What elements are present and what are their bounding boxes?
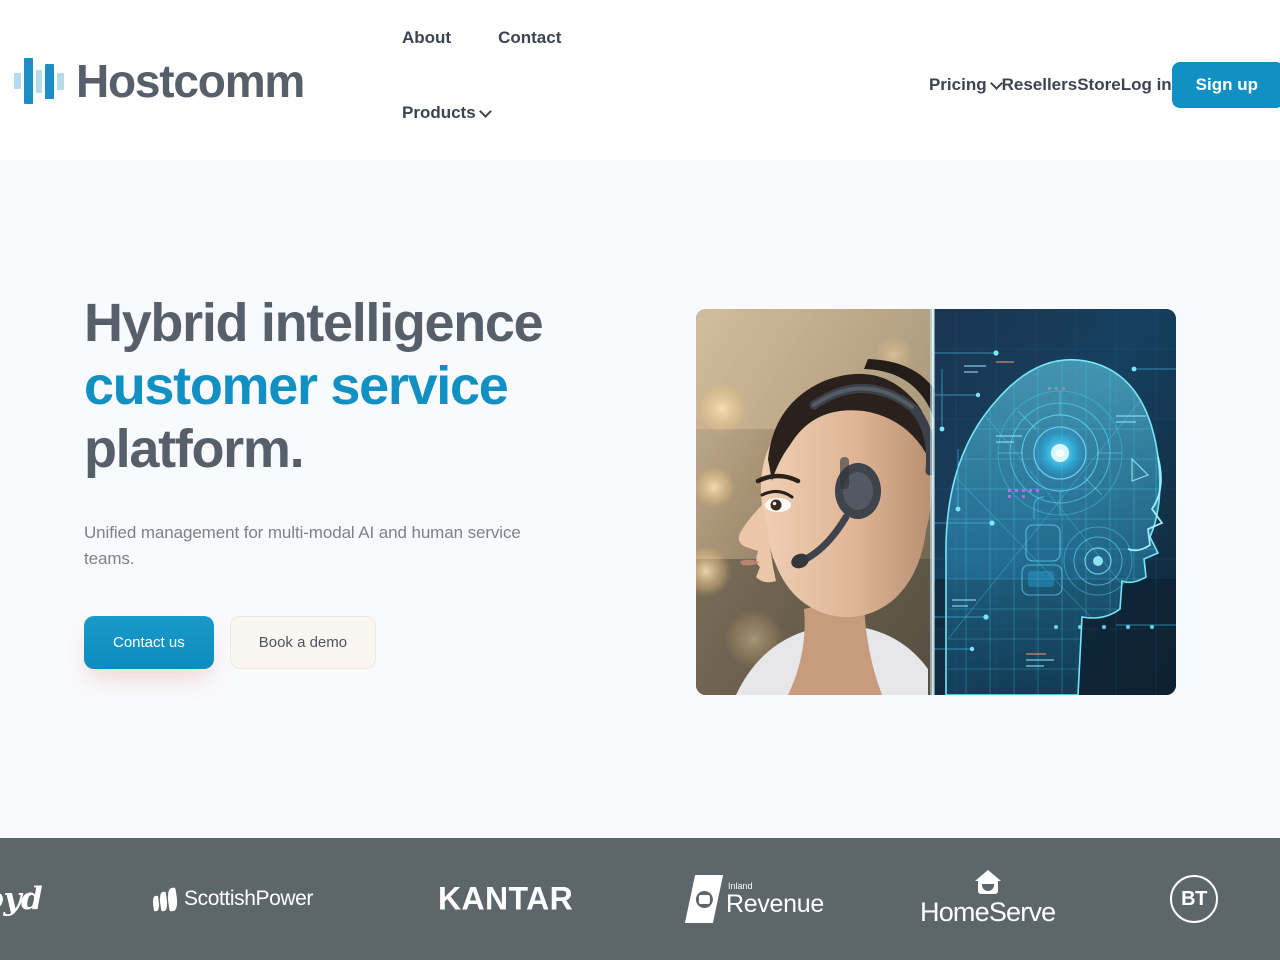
scottishpower-wordmark: ScottishPower <box>184 887 314 910</box>
brand-logo-kantar: KANTAR <box>438 881 573 918</box>
logo-bars-icon <box>14 58 65 104</box>
nav-item-login[interactable]: Log in <box>1121 75 1172 95</box>
kantar-wordmark: KANTAR <box>438 880 574 917</box>
nav-item-pricing[interactable]: Pricing <box>929 75 1002 95</box>
contact-us-button[interactable]: Contact us <box>84 616 214 670</box>
hero-heading-line1: Hybrid intelligence <box>84 293 544 353</box>
primary-nav: About Contact Products <box>402 28 722 123</box>
lloyds-wordmark: loyd <box>0 881 43 917</box>
hero-cta-group: Contact us Book a demo <box>84 616 644 670</box>
bt-wordmark: BT <box>1181 887 1207 910</box>
nav-item-store[interactable]: Store <box>1077 75 1120 95</box>
inland-revenue-wordmark: Revenue <box>726 889 824 918</box>
hero-heading-line3: platform. <box>84 419 305 480</box>
hero-subtitle: Unified management for multi-modal AI an… <box>84 522 521 568</box>
brand-logo-homeserve: HomeServe <box>920 870 1056 928</box>
scottishpower-flame-icon <box>151 887 179 912</box>
hero-section: Hybrid intelligence customer service pla… <box>0 160 1280 838</box>
nav-item-about[interactable]: About <box>402 28 451 48</box>
hero-image <box>696 309 1176 695</box>
logo-wordmark: Hostcomm <box>76 55 305 107</box>
nav-item-pricing-label: Pricing <box>928 75 987 94</box>
chevron-down-icon <box>992 79 1002 89</box>
signup-button[interactable]: Sign up <box>1171 62 1280 108</box>
hero-heading-line2: customer service <box>84 356 509 417</box>
brand-logo-scottishpower: ScottishPower <box>151 887 314 912</box>
bt-circle-icon: BT <box>1170 875 1218 923</box>
page-root: Hostcomm About Contact Products Pricing … <box>0 0 1280 960</box>
nav-item-products[interactable]: Products <box>402 103 491 123</box>
secondary-nav: Pricing Resellers Store Log in Sign up <box>929 62 1280 108</box>
nav-item-resellers[interactable]: Resellers <box>1002 75 1078 95</box>
brand-logo-inland-revenue: Inland Revenue <box>684 875 824 923</box>
homeserve-wordmark: HomeServe <box>920 897 1056 927</box>
book-a-demo-button[interactable]: Book a demo <box>229 616 377 670</box>
site-logo[interactable]: Hostcomm <box>14 55 305 107</box>
client-logo-band: loyd ScottishPower KANTAR Inland Revenue <box>0 838 1280 960</box>
nav-item-contact[interactable]: Contact <box>498 28 561 48</box>
hero-heading: Hybrid intelligence customer service pla… <box>84 292 644 482</box>
site-header: Hostcomm About Contact Products Pricing … <box>0 0 1280 160</box>
nav-item-products-label: Products <box>402 103 476 122</box>
brand-logo-lloyds: loyd <box>0 881 43 917</box>
inland-revenue-crest-icon <box>684 875 724 923</box>
homeserve-house-icon <box>973 870 1003 895</box>
hero-text-block: Hybrid intelligence customer service pla… <box>84 292 644 670</box>
chevron-down-icon <box>481 107 491 117</box>
brand-logo-bt: BT <box>1170 875 1218 923</box>
hero-image-artwork <box>696 309 1176 695</box>
